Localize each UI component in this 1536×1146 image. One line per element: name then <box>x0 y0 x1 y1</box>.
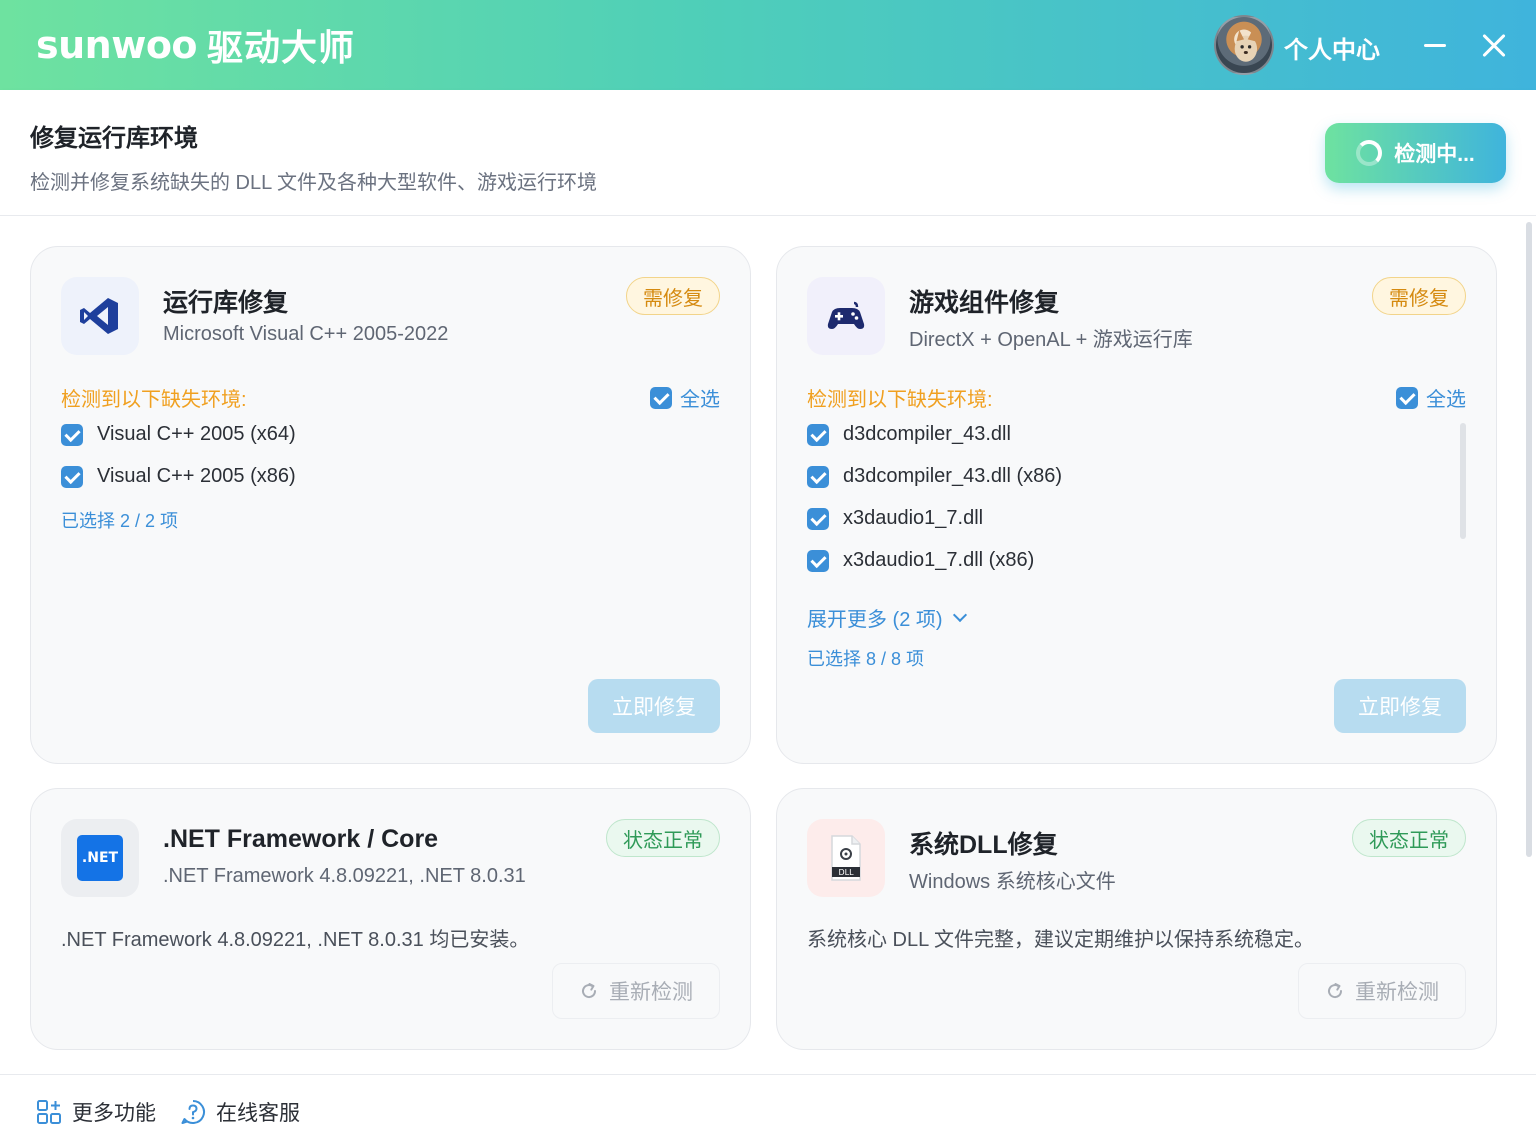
missing-env-label: 检测到以下缺失环境: <box>61 389 247 411</box>
system-dll-card: DLL 系统DLL修复 Windows 系统核心文件 状态正常 系统核心 DLL… <box>776 788 1497 1050</box>
page-scrollbar[interactable] <box>1526 222 1532 857</box>
list-item-checkbox[interactable]: Visual C++ 2005 (x64) <box>61 423 296 446</box>
checkbox-checked-icon <box>807 549 829 572</box>
app-logo: sunwoo 驱动大师 <box>36 18 355 72</box>
detect-button-label: 检测中... <box>1394 143 1475 166</box>
recheck-label: 重新检测 <box>609 981 693 1004</box>
card-title: 系统DLL修复 <box>909 831 1058 859</box>
recheck-button[interactable]: 重新检测 <box>552 963 720 1019</box>
checkbox-checked-icon <box>61 423 83 446</box>
refresh-icon <box>582 983 597 999</box>
card-subtitle: Windows 系统核心文件 <box>909 871 1116 893</box>
select-all-checkbox[interactable]: 全选 <box>1396 383 1466 412</box>
more-features-link[interactable]: 更多功能 <box>36 1097 156 1127</box>
brand-name-en: sunwoo <box>36 23 198 67</box>
status-badge: 状态正常 <box>1352 819 1466 857</box>
missing-env-label: 检测到以下缺失环境: <box>807 389 993 411</box>
card-subtitle: Microsoft Visual C++ 2005-2022 <box>163 323 449 345</box>
help-circle-icon <box>181 1100 205 1124</box>
brand-name-cn: 驱动大师 <box>207 27 356 68</box>
fix-now-button[interactable]: 立即修复 <box>1334 679 1466 733</box>
select-all-label: 全选 <box>1426 389 1466 411</box>
recheck-label: 重新检测 <box>1355 981 1439 1004</box>
card-title: 运行库修复 <box>163 289 289 317</box>
game-component-repair-card: 游戏组件修复 DirectX + OpenAL + 游戏运行库 需修复 检测到以… <box>776 246 1497 764</box>
checkbox-checked-icon <box>807 423 829 446</box>
card-subtitle: DirectX + OpenAL + 游戏运行库 <box>909 329 1193 351</box>
status-badge: 需修复 <box>1372 277 1466 315</box>
page-title: 修复运行库环境 <box>30 125 198 152</box>
user-avatar[interactable] <box>1214 15 1274 75</box>
dotnet-icon: .NET <box>61 819 139 897</box>
card-description: 系统核心 DLL 文件完整，建议定期维护以保持系统稳定。 <box>807 929 1315 951</box>
online-support-label: 在线客服 <box>216 1102 300 1125</box>
list-scrollbar[interactable] <box>1460 423 1466 539</box>
expand-more-label: 展开更多 (2 项) <box>807 609 943 631</box>
list-item-checkbox[interactable]: d3dcompiler_43.dll <box>807 423 1011 446</box>
page-subtitle: 检测并修复系统缺失的 DLL 文件及各种大型软件、游戏运行环境 <box>30 172 598 194</box>
list-item-checkbox[interactable]: d3dcompiler_43.dll (x86) <box>807 465 1062 488</box>
item-label: x3daudio1_7.dll <box>843 507 984 529</box>
online-support-link[interactable]: 在线客服 <box>180 1097 300 1127</box>
minimize-button[interactable] <box>1418 28 1452 62</box>
card-title: .NET Framework / Core <box>163 825 439 853</box>
runtime-repair-card: 运行库修复 Microsoft Visual C++ 2005-2022 需修复… <box>30 246 751 764</box>
checkbox-checked-icon <box>61 465 83 488</box>
select-all-label: 全选 <box>680 389 720 411</box>
checkbox-checked-icon <box>807 507 829 530</box>
checkbox-checked-icon <box>807 465 829 488</box>
user-center-link[interactable]: 个人中心 <box>1284 30 1380 65</box>
chevron-down-icon <box>952 607 967 623</box>
title-bar: sunwoo 驱动大师 个人中心 <box>0 0 1536 90</box>
refresh-icon <box>1328 983 1343 999</box>
status-badge: 需修复 <box>626 277 720 315</box>
list-item-checkbox[interactable]: x3daudio1_7.dll (x86) <box>807 549 1034 572</box>
item-label: d3dcompiler_43.dll (x86) <box>843 465 1063 487</box>
item-label: Visual C++ 2005 (x86) <box>97 465 296 487</box>
selected-count: 已选择 8 / 8 项 <box>807 649 925 669</box>
loading-spinner-icon <box>1356 140 1383 166</box>
recheck-button[interactable]: 重新检测 <box>1298 963 1466 1019</box>
checkbox-checked-icon <box>1396 386 1418 409</box>
footer-bar: 更多功能 在线客服 <box>0 1074 1536 1146</box>
list-item-checkbox[interactable]: Visual C++ 2005 (x86) <box>61 465 296 488</box>
card-title: 游戏组件修复 <box>909 289 1060 317</box>
detect-button[interactable]: 检测中... <box>1325 123 1506 183</box>
fix-now-button[interactable]: 立即修复 <box>588 679 720 733</box>
more-features-label: 更多功能 <box>72 1102 156 1125</box>
dotnet-card: .NET .NET Framework / Core .NET Framewor… <box>30 788 751 1050</box>
card-description: .NET Framework 4.8.09221, .NET 8.0.31 均已… <box>61 929 530 951</box>
svg-text:DLL: DLL <box>838 868 854 877</box>
checkbox-checked-icon <box>650 386 672 409</box>
item-label: Visual C++ 2005 (x64) <box>97 423 296 445</box>
selected-count: 已选择 2 / 2 项 <box>61 511 179 531</box>
item-label: d3dcompiler_43.dll <box>843 423 1011 445</box>
item-label: x3daudio1_7.dll (x86) <box>843 549 1035 571</box>
status-badge: 状态正常 <box>606 819 720 857</box>
dll-file-icon: DLL <box>807 819 885 897</box>
close-button[interactable] <box>1476 28 1512 64</box>
select-all-checkbox[interactable]: 全选 <box>650 383 720 412</box>
apps-grid-icon <box>37 1100 61 1124</box>
gamepad-icon <box>807 277 885 355</box>
visual-studio-icon <box>61 277 139 355</box>
page-header: 修复运行库环境 检测并修复系统缺失的 DLL 文件及各种大型软件、游戏运行环境 … <box>0 90 1536 216</box>
list-item-checkbox[interactable]: x3daudio1_7.dll <box>807 507 983 530</box>
expand-more-link[interactable]: 展开更多 (2 项) <box>807 603 967 632</box>
card-subtitle: .NET Framework 4.8.09221, .NET 8.0.31 <box>163 865 526 887</box>
